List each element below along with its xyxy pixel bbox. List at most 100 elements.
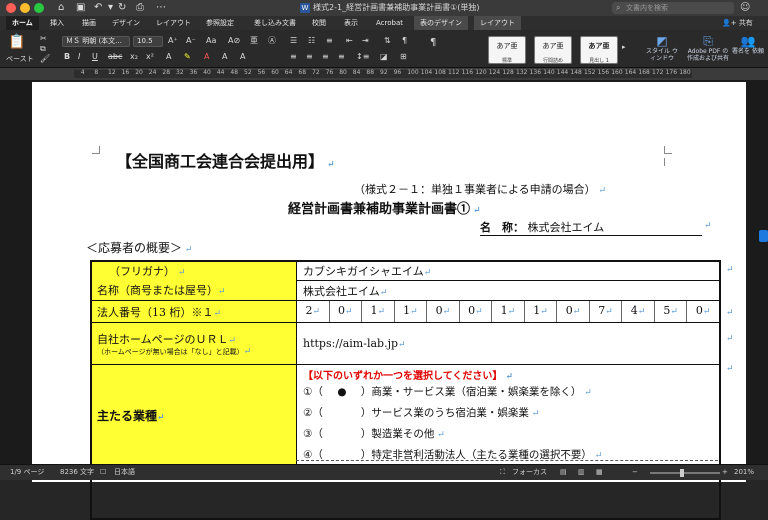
zoom-level[interactable]: 201% [734,465,754,480]
view-outline-icon[interactable]: ▦ [596,465,603,480]
char-border-icon[interactable]: A [240,52,245,62]
name-value-cell[interactable]: 株式会社エイム↵ [296,280,720,301]
home-icon[interactable]: ⌂ [58,1,64,15]
business-option[interactable]: ①（ ● ）商業・サービス業（宿泊業・娯楽業を除く） ↵ [303,382,713,403]
zoom-window-button[interactable] [34,3,44,13]
word-count[interactable]: 8236 文字 [60,465,94,480]
subscript-icon[interactable]: x₂ [130,52,138,62]
corp-label-cell[interactable]: 法人番号（13 桁）※１↵ [90,300,297,323]
italic-icon[interactable]: I [78,52,80,62]
bullets-icon[interactable]: ☰ [290,36,297,46]
view-print-layout-icon[interactable]: ▤ [560,465,567,480]
name-label-cell[interactable]: 名称（商号または屋号）↵ [90,280,297,301]
font-name-dropdown[interactable]: ＭＳ 明朝 (本文... [62,36,130,47]
paste-clipboard-icon[interactable]: 📋 [8,34,25,50]
text-effects-icon[interactable]: A [166,52,171,62]
line-spacing-icon[interactable]: ↕≡ [356,52,369,62]
styles-pane-button[interactable]: ◩ スタイル ウィンドウ [644,34,680,62]
corp-digit-cell[interactable]: 1↵ [491,301,524,322]
page-count[interactable]: 1/9 ページ [10,465,44,480]
feedback-smiley-icon[interactable]: ☺ [740,2,750,13]
font-size-dropdown[interactable]: 10.5 [133,36,163,47]
tab-insert[interactable]: 挿入 [44,16,70,30]
tab-draw[interactable]: 描画 [76,16,102,30]
corp-digit-cell[interactable]: 2↵ [297,301,329,322]
underline-icon[interactable]: U [92,52,98,62]
business-option[interactable]: ②（ ）サービス業のうち宿泊業・娯楽業 ↵ [303,403,713,424]
align-center-icon[interactable]: ≡ [306,52,313,62]
tab-design[interactable]: デザイン [106,16,146,30]
furigana-value-cell[interactable]: カブシキガイシャエイム↵ [296,260,720,281]
shrink-font-icon[interactable]: A⁻ [186,36,196,46]
shading-icon[interactable]: ◪ [380,52,388,62]
style-normal[interactable]: あア亜 標準 [488,36,526,64]
zoom-slider-knob[interactable] [680,469,684,477]
copy-icon[interactable]: ⧉ [40,44,46,54]
tab-layout[interactable]: レイアウト [150,16,197,30]
corp-digit-cell[interactable]: 5↵ [653,301,687,322]
zoom-slider[interactable] [650,472,720,474]
highlight-icon[interactable]: ✎ [184,52,191,62]
minimize-window-button[interactable] [20,3,30,13]
format-painter-icon[interactable]: 🖌 [40,54,50,64]
business-options-cell[interactable]: 【以下のいずれか一つを選択してください】 ↵ ①（ ● ）商業・サービス業（宿泊業・… [296,364,720,467]
style-no-spacing[interactable]: あア亜 行間詰め [534,36,572,64]
corp-digit-cell[interactable]: 1↵ [523,301,557,322]
sort-icon[interactable]: ⇅ [384,36,391,46]
proofing-icon[interactable]: ☐ [100,465,106,480]
strikethrough-icon[interactable]: abc [108,52,122,62]
zoom-in-icon[interactable]: + [722,465,728,480]
vertical-scrollbar[interactable] [757,80,768,464]
style-heading-1[interactable]: あア亜 見出し 1 [580,36,618,64]
undo-dropdown-icon[interactable]: ▾ [108,1,113,15]
phonetic-guide-icon[interactable]: 亜 [250,36,258,46]
dropbox-badge-icon[interactable] [759,230,768,242]
business-label-cell[interactable]: 主たる業種↵ [90,364,297,467]
change-case-icon[interactable]: Aa [206,36,216,46]
align-left-icon[interactable]: ≡ [290,52,297,62]
cut-icon[interactable]: ✂ [40,34,47,44]
multilevel-list-icon[interactable]: ≡ [326,36,333,46]
clear-format-icon[interactable]: A⊘ [228,36,240,46]
focus-icon[interactable]: ⛶ [500,465,505,480]
bold-icon[interactable]: B [64,52,70,62]
business-option[interactable]: ③（ ）製造業その他 ↵ [303,424,713,445]
corp-digit-cell[interactable]: 0↵ [458,301,492,322]
furigana-label-cell[interactable]: （フリガナ） ↵ [90,260,297,281]
tab-home[interactable]: ホーム [6,16,39,30]
grow-font-icon[interactable]: A⁺ [168,36,178,46]
superscript-icon[interactable]: x² [146,52,154,62]
business-option[interactable]: ④（ ）特定非営利活動法人（主たる業種の選択不要） ↵ [303,445,713,466]
request-signature-button[interactable]: 👥 署名を 依頼 [732,34,764,55]
corp-digit-cell[interactable]: 0↵ [686,301,719,322]
language[interactable]: 日本語 [114,465,135,480]
enclose-chars-icon[interactable]: Ⓐ [268,36,276,46]
justify-icon[interactable]: ≡ [338,52,345,62]
zoom-out-icon[interactable]: − [632,465,638,480]
tab-references[interactable]: 参照設定 [200,16,240,30]
corp-digit-cell[interactable]: 4↵ [621,301,654,322]
numbering-icon[interactable]: ☷ [308,36,315,46]
corp-digit-cell[interactable]: 0↵ [426,301,459,322]
save-icon[interactable]: ▣ [76,1,85,15]
corp-digit-cell[interactable]: 7↵ [588,301,622,322]
hp-label-cell[interactable]: 自社ホームページのＵＲＬ↵ （ホームページが無い場合は「なし」と記載）↵ [90,322,297,365]
tab-view[interactable]: 表示 [338,16,364,30]
show-marks-icon[interactable]: ¶ [402,36,407,46]
corp-digit-cell[interactable]: 0↵ [328,301,362,322]
adobe-pdf-button[interactable]: ⎘ Adobe PDF の 作成および共有 [686,34,730,62]
format-icon[interactable]: ¶ [430,38,436,48]
tab-mailings[interactable]: 差し込み文書 [248,16,302,30]
decrease-indent-icon[interactable]: ⇤ [346,36,353,46]
focus-mode[interactable]: フォーカス [512,465,547,480]
font-color-icon[interactable]: A [204,52,209,62]
document-page[interactable]: 【全国商工会連合会提出用】 ↵ （様式２－１：単独１事業者による申請の場合） ↵… [32,82,746,520]
customize-toolbar-icon[interactable]: ⋯ [156,1,166,15]
align-right-icon[interactable]: ≡ [322,52,329,62]
corp-digit-cell[interactable]: 1↵ [361,301,394,322]
tab-review[interactable]: 校閲 [306,16,332,30]
view-web-layout-icon[interactable]: ▥ [578,465,585,480]
share-button[interactable]: 👤+ 共有 [722,16,753,30]
horizontal-ruler[interactable]: 4 8 12 16 20 24 28 32 36 40 44 48 52 56 60 64 68 72 76 80 84… [0,68,768,80]
hp-value-cell[interactable]: https://aim-lab.jp↵ [296,322,720,365]
